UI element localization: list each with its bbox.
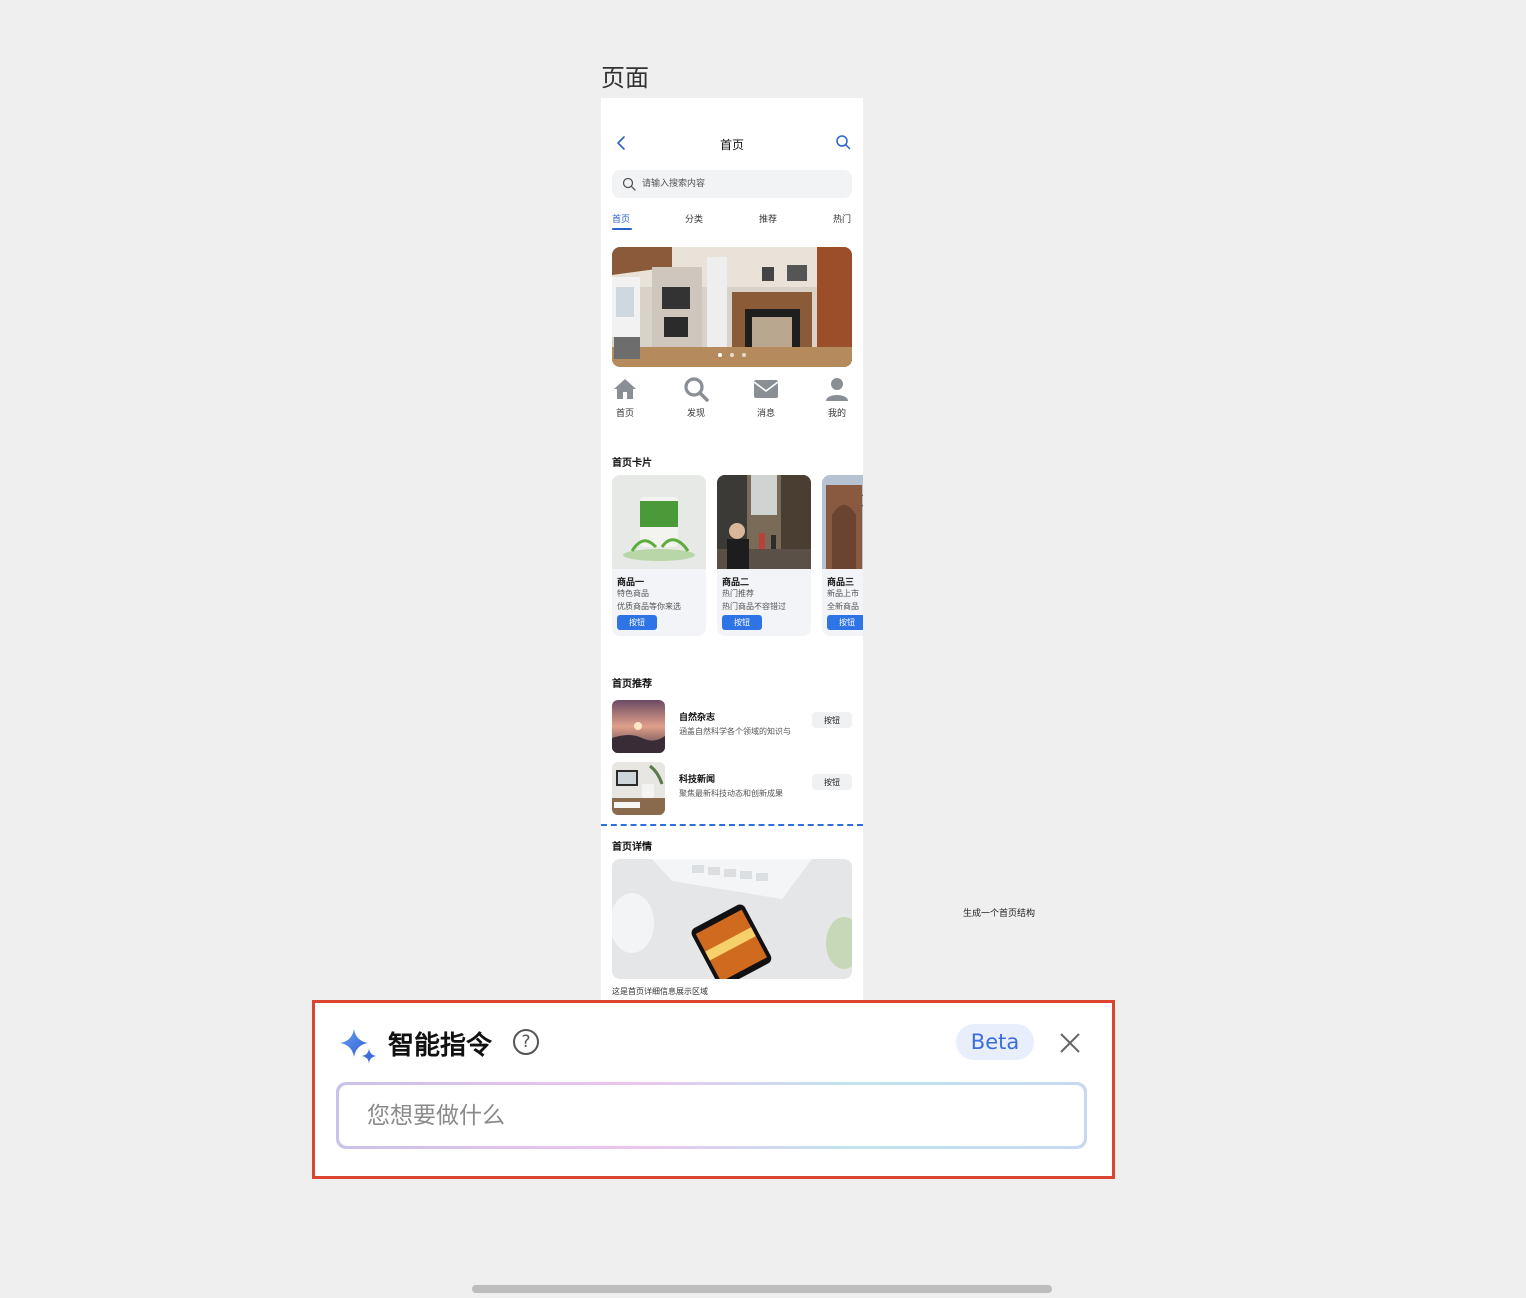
search-icon: [684, 377, 709, 402]
detail-image: [612, 859, 852, 979]
tab-active-indicator: [612, 228, 632, 230]
quick-item-profile[interactable]: 我的: [817, 376, 857, 419]
card-button[interactable]: 按钮: [827, 615, 863, 630]
card-button[interactable]: 按钮: [617, 615, 657, 630]
search-input[interactable]: [642, 170, 842, 198]
prompt-annotation: 生成一个首页结构: [963, 909, 1036, 919]
quick-item-label: 首页: [615, 409, 634, 419]
tab-category[interactable]: 分类: [685, 212, 703, 225]
card-description: 优质商品等你来选: [617, 602, 681, 611]
product-card[interactable]: 商品二 热门推荐 热门商品不容错过 按钮: [717, 475, 811, 636]
card-button[interactable]: 按钮: [722, 615, 762, 630]
list-item-title: 自然杂志: [679, 713, 716, 723]
search-icon[interactable]: [835, 134, 851, 150]
carousel-dot[interactable]: [718, 353, 722, 357]
nav-bar: 首页: [601, 132, 863, 156]
quick-item-message[interactable]: 消息: [746, 376, 786, 419]
mail-icon: [753, 380, 779, 398]
close-icon[interactable]: [1057, 1030, 1083, 1056]
tab-home[interactable]: 首页: [612, 212, 630, 225]
list-item[interactable]: 自然杂志 涵盖自然科学各个领域的知识与 按钮: [612, 700, 852, 754]
detail-section-title: 首页详情: [612, 842, 652, 853]
carousel-dot[interactable]: [730, 353, 734, 357]
product-image: [612, 475, 706, 569]
list-item-description: 涵盖自然科学各个领域的知识与: [679, 727, 791, 736]
command-input[interactable]: [339, 1085, 1084, 1146]
page-label: 页面: [601, 64, 649, 92]
list-item-image: [612, 762, 665, 815]
panel-title: 智能指令: [388, 1031, 493, 1061]
list-item-button[interactable]: 按钮: [812, 774, 852, 790]
search-bar[interactable]: [612, 170, 852, 198]
quick-item-label: 消息: [756, 409, 775, 419]
help-icon[interactable]: ?: [513, 1029, 539, 1055]
command-input-frame: [336, 1082, 1087, 1149]
card-title: 商品三: [827, 578, 855, 588]
quick-item-label: 我的: [827, 409, 846, 419]
list-item[interactable]: 科技新闻 聚焦最新科技动态和创新成果 按钮: [612, 762, 852, 816]
banner-carousel[interactable]: [612, 247, 852, 367]
card-subtitle: 特色商品: [617, 589, 649, 598]
horizontal-scrollbar[interactable]: [472, 1285, 1052, 1293]
product-card[interactable]: 商品三 新品上市 全新商品 按钮: [822, 475, 863, 636]
card-description: 热门商品不容错过: [722, 602, 786, 611]
detail-text: 这是首页详细信息展示区域: [612, 987, 708, 996]
product-image: [822, 475, 863, 569]
product-card[interactable]: 商品一 特色商品 优质商品等你来选 按钮: [612, 475, 706, 636]
card-title: 商品一: [617, 578, 645, 588]
quick-item-discover[interactable]: 发现: [676, 376, 716, 419]
card-subtitle: 新品上市: [827, 589, 859, 598]
product-image: [717, 475, 811, 569]
search-icon: [622, 177, 636, 191]
tab-bar: 首页 分类 推荐 热门: [601, 212, 863, 232]
sparkle-icon: [340, 1029, 376, 1063]
cards-section-title: 首页卡片: [612, 458, 652, 469]
carousel-dots: [612, 342, 852, 361]
home-icon: [614, 379, 636, 399]
carousel-dot[interactable]: [742, 353, 746, 357]
list-item-description: 聚焦最新科技动态和创新成果: [679, 789, 783, 798]
list-item-button[interactable]: 按钮: [812, 712, 852, 728]
quick-item-home[interactable]: 首页: [605, 376, 645, 419]
card-subtitle: 热门推荐: [722, 589, 754, 598]
beta-badge: Beta: [956, 1024, 1034, 1060]
list-item-image: [612, 700, 665, 753]
selection-divider: [601, 824, 863, 826]
card-description: 全新商品: [827, 602, 859, 611]
list-item-title: 科技新闻: [679, 775, 716, 785]
recommend-section-title: 首页推荐: [612, 679, 652, 690]
smart-command-panel: 智能指令 ? Beta: [312, 1000, 1115, 1179]
tab-hot[interactable]: 热门: [833, 212, 851, 225]
quick-item-label: 发现: [686, 409, 705, 419]
tab-recommend[interactable]: 推荐: [759, 212, 777, 225]
card-title: 商品二: [722, 578, 750, 588]
nav-title: 首页: [719, 138, 744, 152]
user-icon: [826, 378, 848, 401]
phone-preview: 首页 首页 分类 推荐 热门: [601, 98, 863, 1000]
